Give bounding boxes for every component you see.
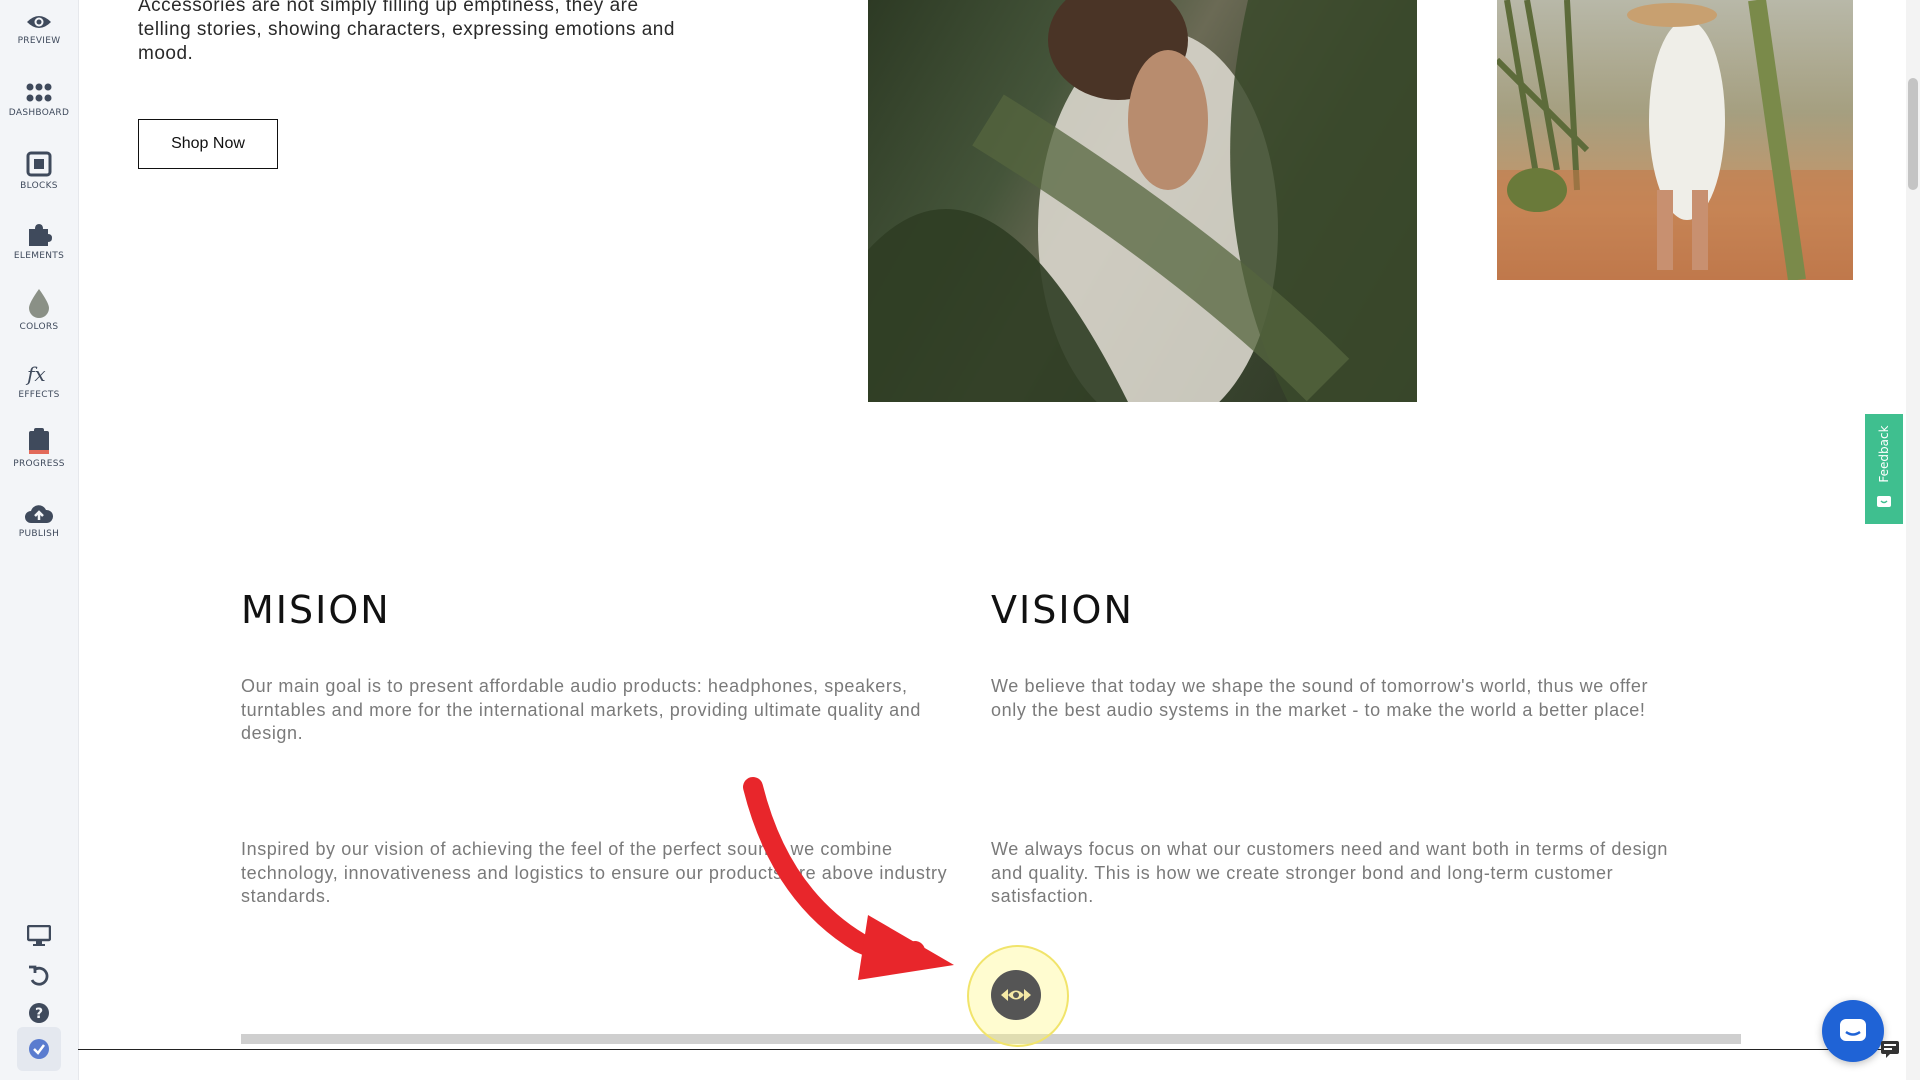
svg-text:fx: fx [25, 362, 46, 386]
hero-photo-woman-plants[interactable] [868, 0, 1417, 402]
feedback-icon [1877, 496, 1891, 507]
help-icon: ? [29, 1003, 49, 1023]
feedback-tab[interactable]: Feedback [1865, 414, 1903, 524]
svg-text:?: ? [35, 1006, 43, 1022]
desktop-icon [27, 925, 51, 946]
vision-paragraph-2: We always focus on what our customers ne… [991, 839, 1669, 906]
fx-icon: fx [25, 362, 46, 386]
sidebar-item-preview[interactable]: PREVIEW [0, 12, 78, 46]
cloud-upload-icon [25, 505, 54, 523]
vertical-scrollbar[interactable] [1906, 0, 1920, 1080]
hero-photo-woman-garden[interactable] [1497, 0, 1853, 280]
scrollbar-thumb[interactable] [1908, 78, 1918, 190]
mission-paragraph-1: Our main goal is to present affordable a… [241, 676, 921, 743]
sidebar-item-publish[interactable]: PUBLISH [0, 503, 78, 539]
feedback-label: Feedback [1877, 425, 1891, 483]
mission-title: MISION [241, 588, 391, 632]
grid-dots-icon [26, 83, 52, 102]
sidebar-item-label: DASHBOARD [8, 108, 70, 118]
blocks-icon [26, 151, 52, 177]
puzzle-icon [29, 224, 52, 246]
sidebar-item-colors[interactable]: COLORS [0, 288, 78, 332]
sidebar-item-label: PREVIEW [17, 36, 61, 46]
status-highlight [17, 1027, 61, 1071]
eye-icon [27, 16, 51, 28]
sidebar-item-label: BLOCKS [20, 181, 58, 191]
clipboard-icon [29, 428, 49, 454]
drag-move-icon [1001, 989, 1031, 1001]
vision-paragraph-1: We believe that today we shape the sound… [991, 676, 1649, 720]
sidebar-item-dashboard[interactable]: DASHBOARD [0, 82, 78, 118]
undo-button[interactable] [0, 964, 78, 988]
sidebar-item-effects[interactable]: fx EFFECTS [0, 362, 78, 400]
sidebar-item-label: PUBLISH [18, 529, 60, 539]
vision-title: VISION [991, 588, 1134, 632]
sidebar-item-elements[interactable]: ELEMENTS [0, 221, 78, 261]
tutorial-arrow [743, 777, 954, 980]
sidebar-item-label: PROGRESS [13, 459, 65, 469]
sidebar-item-progress[interactable]: PROGRESS [0, 427, 78, 469]
sidebar-item-label: EFFECTS [18, 390, 60, 400]
chat-icon [1840, 1019, 1866, 1041]
sidebar-item-blocks[interactable]: BLOCKS [0, 151, 78, 191]
status-button[interactable] [0, 1027, 78, 1071]
help-button[interactable]: ? [0, 1002, 78, 1024]
page-bottom-line [78, 1049, 1898, 1050]
hero-description: Accessories are not simply filling up em… [138, 0, 675, 64]
chat-launcher-button[interactable] [1822, 1000, 1884, 1062]
sidebar-item-label: COLORS [19, 322, 59, 332]
droplet-icon [29, 289, 49, 318]
check-badge-icon [29, 1039, 49, 1059]
editor-sidebar: PREVIEW DASHBOARD BLOCKS ELEMENTS COLORS… [0, 0, 79, 1080]
mini-chat-icon[interactable] [1880, 1040, 1900, 1058]
shop-now-button[interactable]: Shop Now [138, 119, 278, 169]
sidebar-item-label: ELEMENTS [13, 251, 65, 261]
undo-icon [29, 965, 49, 986]
photo-illustration [1497, 0, 1853, 280]
drag-handle[interactable] [991, 970, 1041, 1020]
desktop-view-button[interactable] [0, 925, 78, 947]
photo-illustration [868, 0, 1417, 402]
